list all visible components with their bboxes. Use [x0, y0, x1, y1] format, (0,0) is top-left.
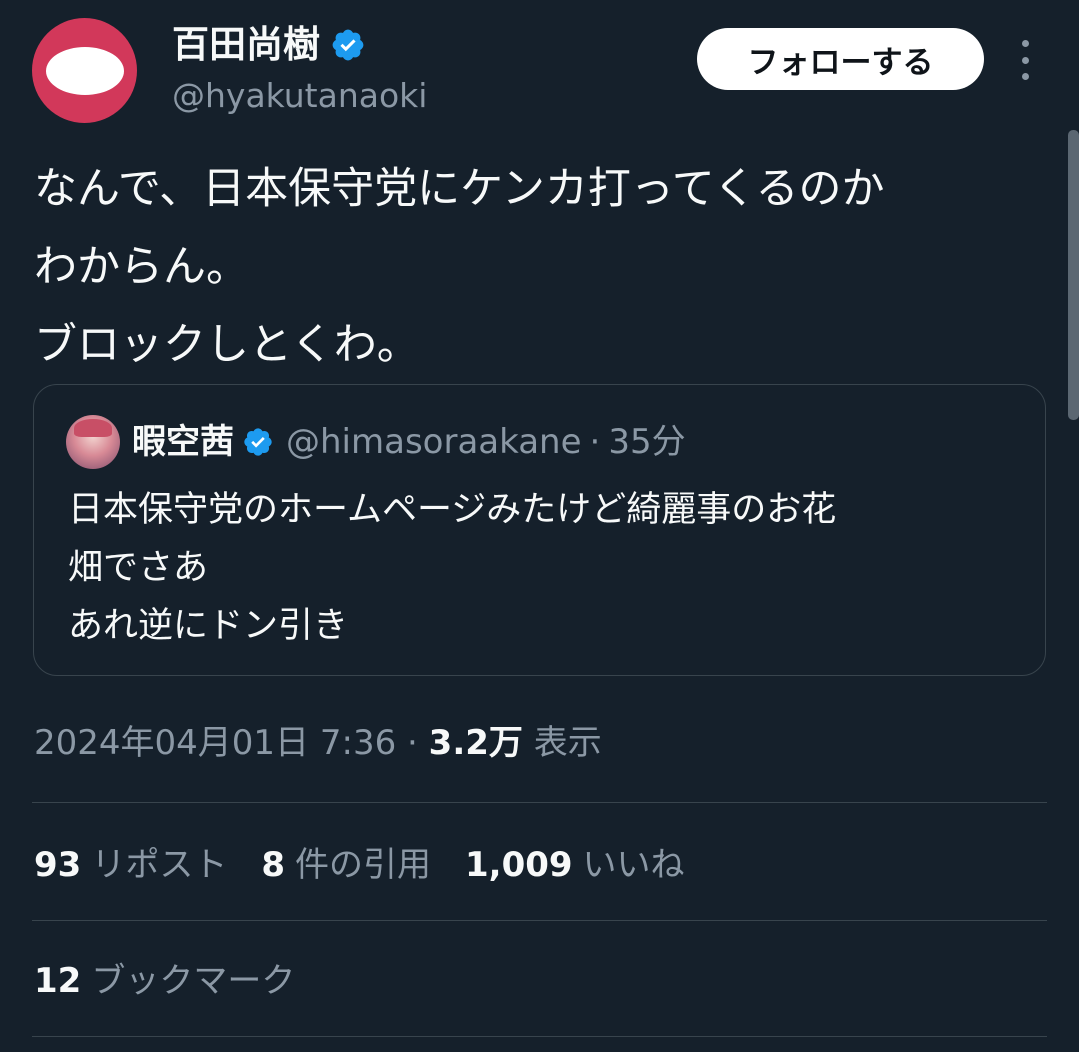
quoted-tweet-text: 日本保守党のホームページみたけど綺麗事のお花 畑でさあ あれ逆にドン引き	[68, 490, 837, 646]
author-name[interactable]: 百田尚樹	[172, 20, 320, 70]
likes-label: いいね	[582, 845, 685, 885]
views-label: 表示	[533, 723, 602, 763]
engagement-stats: 93 リポスト 8 件の引用 1,009 いいね	[34, 836, 719, 894]
likes-count: 1,009	[465, 845, 573, 885]
quoted-tweet-card[interactable]: 暇空茜 @himasoraakane · 35分 日本保守党のホームページみたけ…	[33, 384, 1046, 676]
author-avatar[interactable]	[32, 18, 137, 123]
quotes-count: 8	[261, 845, 285, 885]
tweet-text: なんで、日本保守党にケンカ打ってくるのか わからん。 ブロックしとくわ。	[34, 164, 885, 370]
divider	[32, 920, 1047, 921]
quotes-label: 件の引用	[295, 845, 431, 885]
likes-stat[interactable]: 1,009 いいね	[465, 836, 685, 894]
divider	[32, 802, 1047, 803]
separator-dot: ·	[589, 422, 601, 462]
scrollbar[interactable]	[1068, 130, 1079, 420]
separator-dot: ·	[407, 723, 418, 763]
bookmarks-stat[interactable]: 12 ブックマーク	[34, 952, 295, 1010]
follow-button[interactable]: フォローする	[697, 28, 984, 90]
tweet-metadata: 2024年04月01日 7:36 · 3.2万 表示	[34, 715, 602, 771]
quoted-tweet-header: 暇空茜 @himasoraakane · 35分	[132, 415, 686, 469]
views-count: 3.2万	[428, 723, 523, 763]
divider	[32, 1036, 1047, 1037]
author-name-row[interactable]: 百田尚樹	[172, 20, 366, 70]
reposts-label: リポスト	[91, 845, 228, 885]
author-handle[interactable]: @hyakutanaoki	[172, 74, 427, 118]
quoted-author-avatar[interactable]	[66, 415, 120, 469]
avatar-image	[45, 46, 124, 95]
verified-badge-icon	[332, 29, 364, 61]
quoted-author-handle: @himasoraakane	[286, 422, 582, 462]
quoted-tweet-time: 35分	[608, 422, 686, 462]
tweet-timestamp[interactable]: 2024年04月01日 7:36	[34, 723, 396, 763]
verified-badge-icon	[244, 428, 272, 456]
more-options-icon[interactable]	[1010, 40, 1040, 80]
reposts-stat[interactable]: 93 リポスト	[34, 836, 227, 894]
reposts-count: 93	[34, 845, 82, 885]
quotes-stat[interactable]: 8 件の引用	[261, 836, 431, 894]
bookmarks-label: ブックマーク	[91, 961, 296, 1001]
quoted-author-name: 暇空茜	[132, 422, 234, 462]
bookmarks-count: 12	[34, 961, 82, 1001]
